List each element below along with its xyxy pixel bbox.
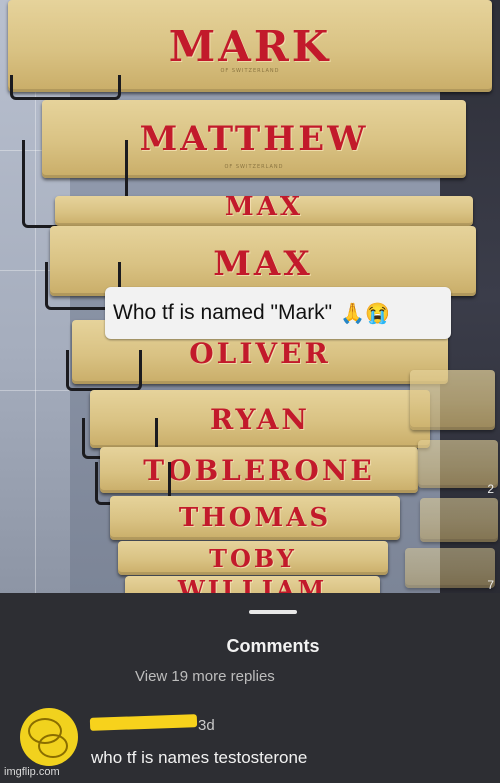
praying-crying-emoji-icon: 🙏😭 — [340, 302, 390, 325]
yellow-avatar-icon[interactable] — [20, 708, 78, 766]
edge-number: 7 — [487, 578, 494, 592]
box-label: TOBY — [209, 543, 297, 573]
avatar-scribble — [38, 734, 68, 758]
view-more-replies-link[interactable]: View 19 more replies — [135, 668, 275, 685]
shelf-box — [418, 440, 498, 488]
box-label: MARK — [168, 21, 332, 71]
post-image[interactable]: MARK OF SWITZERLAND MATTHEW OF SWITZERLA… — [0, 0, 500, 593]
box-thomas: THOMAS — [110, 496, 400, 540]
box-william: WILLIAM — [125, 576, 380, 593]
box-label: MATTHEW — [139, 119, 369, 159]
box-label: WILLIAM — [177, 576, 328, 593]
comment-text: who tf is names testosterone — [91, 748, 308, 767]
box-subtext: OF SWITZERLAND — [224, 164, 284, 170]
box-label: MAX — [224, 196, 304, 222]
rack-wire — [66, 350, 142, 391]
caption-text: Who tf is named "Mark" — [113, 301, 333, 324]
story-caption: Who tf is named "Mark" 🙏😭 — [105, 287, 451, 339]
shelf-box — [405, 548, 495, 588]
box-label: OLIVER — [189, 337, 331, 370]
watermark: imgflip.com — [4, 766, 60, 778]
box-label: TOBLERONE — [143, 453, 375, 487]
shelf-box — [410, 370, 495, 430]
rack-wire — [10, 75, 121, 100]
redacted-username[interactable] — [89, 714, 198, 731]
comments-title: Comments — [226, 636, 320, 656]
box-label: RYAN — [210, 402, 310, 436]
edge-number: 2 — [487, 482, 494, 496]
box-label: MAX — [213, 244, 313, 284]
comment-timestamp: 3d — [198, 717, 215, 734]
shelf-box — [420, 498, 498, 542]
box-toby: TOBY — [118, 541, 388, 575]
box-label: THOMAS — [178, 503, 332, 533]
drag-handle[interactable] — [249, 610, 297, 614]
comments-sheet: Comments View 19 more replies 3d who tf … — [0, 593, 500, 783]
box-subtext: OF SWITZERLAND — [220, 68, 280, 74]
box-max-top: MAX — [55, 196, 473, 226]
